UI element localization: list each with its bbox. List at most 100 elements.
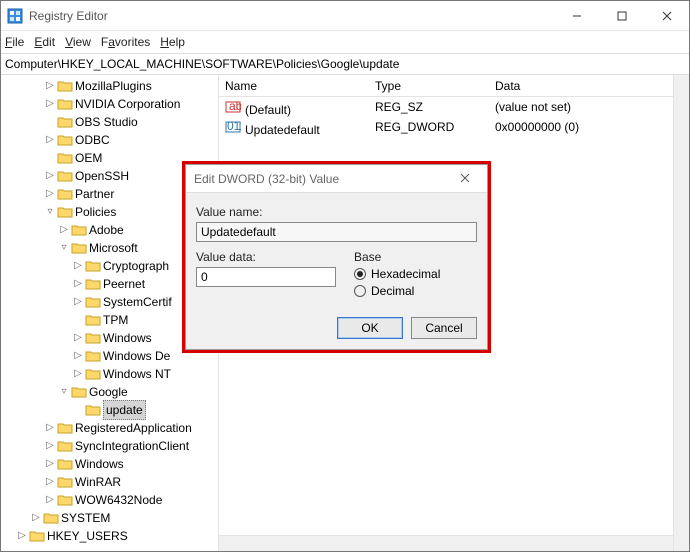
tree-item-label: OEM xyxy=(75,149,102,167)
tree-item-label: Windows xyxy=(75,455,124,473)
list-row[interactable]: ab(Default)REG_SZ(value not set) xyxy=(219,97,673,117)
tree-item-label: TPM xyxy=(103,311,128,329)
tree-item-label: Cryptograph xyxy=(103,257,169,275)
tree-item-label: ODBC xyxy=(75,131,110,149)
tree-item[interactable]: ▷ HKEY_USERS xyxy=(1,527,218,545)
tree-item[interactable]: ▷ RegisteredApplication xyxy=(1,419,218,437)
tree-item-label: Windows NT xyxy=(103,365,171,383)
folder-icon xyxy=(85,367,101,381)
value-name-label: Value name: xyxy=(196,205,477,219)
expand-icon[interactable]: ▷ xyxy=(43,131,57,149)
folder-icon xyxy=(85,295,101,309)
hex-label: Hexadecimal xyxy=(371,267,440,281)
collapse-icon[interactable]: ▿ xyxy=(57,383,71,401)
expand-icon[interactable]: ▷ xyxy=(43,77,57,95)
expand-icon[interactable]: ▷ xyxy=(43,419,57,437)
folder-icon xyxy=(85,403,101,417)
expand-icon[interactable]: ▷ xyxy=(43,455,57,473)
tree-item[interactable]: ▿ Google xyxy=(1,383,218,401)
tree-item[interactable]: ▷ Windows NT xyxy=(1,365,218,383)
folder-icon xyxy=(85,331,101,345)
col-data[interactable]: Data xyxy=(489,79,673,93)
expand-icon[interactable]: ▷ xyxy=(43,437,57,455)
tree-item[interactable]: ▷ WinRAR xyxy=(1,473,218,491)
value-data-input[interactable] xyxy=(196,267,336,287)
list-scroll-h[interactable] xyxy=(219,535,673,551)
tree-item[interactable]: ▷SyncIntegrationClient xyxy=(1,437,218,455)
radio-decimal[interactable]: Decimal xyxy=(354,284,440,298)
tree-item[interactable]: ▷ MozillaPlugins xyxy=(1,77,218,95)
expand-icon[interactable]: ▷ xyxy=(57,221,71,239)
folder-icon xyxy=(29,529,45,543)
titlebar: Registry Editor xyxy=(1,1,689,31)
tree-item[interactable]: ▷WOW6432Node xyxy=(1,491,218,509)
folder-icon xyxy=(57,439,73,453)
folder-icon xyxy=(57,493,73,507)
expand-icon[interactable]: ▷ xyxy=(43,167,57,185)
folder-icon xyxy=(85,259,101,273)
base-label: Base xyxy=(354,250,440,264)
expand-icon[interactable]: ▷ xyxy=(29,509,43,527)
menu-file[interactable]: File xyxy=(5,35,24,49)
collapse-icon[interactable]: ▿ xyxy=(43,203,57,221)
menu-help[interactable]: Help xyxy=(160,35,185,49)
expand-icon[interactable]: ▷ xyxy=(43,185,57,203)
tree-item-label: MozillaPlugins xyxy=(75,77,152,95)
tree-item-label: Google xyxy=(89,383,128,401)
col-type[interactable]: Type xyxy=(369,79,489,93)
minimize-button[interactable] xyxy=(554,1,599,31)
tree-item[interactable]: ▷ SYSTEM xyxy=(1,509,218,527)
expand-icon[interactable]: ▷ xyxy=(71,365,85,383)
list-row[interactable]: 011UpdatedefaultREG_DWORD0x00000000 (0) xyxy=(219,117,673,137)
tree-item[interactable]: ▷ ODBC xyxy=(1,131,218,149)
list-body: ab(Default)REG_SZ(value not set)011Updat… xyxy=(219,97,673,137)
expand-icon[interactable]: ▷ xyxy=(71,275,85,293)
maximize-button[interactable] xyxy=(599,1,644,31)
expand-icon[interactable]: ▷ xyxy=(43,95,57,113)
value-name-input[interactable] xyxy=(196,222,477,242)
tree-item-label: RegisteredApplication xyxy=(75,419,192,437)
dialog-titlebar: Edit DWORD (32-bit) Value xyxy=(186,165,487,193)
tree-item-label: Policies xyxy=(75,203,116,221)
folder-icon xyxy=(57,115,73,129)
menu-favorites[interactable]: Favorites xyxy=(101,35,150,49)
window-title: Registry Editor xyxy=(29,9,554,23)
tree-item-label: OBS Studio xyxy=(75,113,138,131)
expand-icon[interactable]: ▷ xyxy=(43,491,57,509)
folder-icon xyxy=(57,475,73,489)
folder-icon xyxy=(71,223,87,237)
expand-icon[interactable]: ▷ xyxy=(71,329,85,347)
folder-icon xyxy=(85,313,101,327)
close-button[interactable] xyxy=(644,1,689,31)
expand-icon[interactable]: ▷ xyxy=(71,293,85,311)
folder-icon xyxy=(57,169,73,183)
value-type: REG_DWORD xyxy=(369,120,489,134)
dialog-close-button[interactable] xyxy=(451,172,479,186)
binary-value-icon: 011 xyxy=(225,118,241,134)
tree-item-label: HKEY_USERS xyxy=(47,527,128,545)
expand-icon[interactable]: ▷ xyxy=(71,257,85,275)
menu-edit[interactable]: Edit xyxy=(34,35,55,49)
menu-view[interactable]: View xyxy=(65,35,91,49)
col-name[interactable]: Name xyxy=(219,79,369,93)
regedit-icon xyxy=(7,8,23,24)
tree-item-label: WinRAR xyxy=(75,473,121,491)
tree-item-label: Adobe xyxy=(89,221,124,239)
tree-item[interactable]: ▷ Windows xyxy=(1,455,218,473)
tree-item-label: SYSTEM xyxy=(61,509,110,527)
tree-item[interactable]: ▷NVIDIA Corporation xyxy=(1,95,218,113)
dialog-title: Edit DWORD (32-bit) Value xyxy=(194,172,451,186)
tree-item[interactable]: OBS Studio xyxy=(1,113,218,131)
expand-icon[interactable]: ▷ xyxy=(15,527,29,545)
collapse-icon[interactable]: ▿ xyxy=(57,239,71,257)
cancel-button[interactable]: Cancel xyxy=(411,317,477,339)
list-scroll-v[interactable] xyxy=(673,75,689,551)
tree-item-label: Windows xyxy=(103,329,152,347)
expand-icon[interactable]: ▷ xyxy=(43,473,57,491)
radio-hexadecimal[interactable]: Hexadecimal xyxy=(354,267,440,281)
ok-button[interactable]: OK xyxy=(337,317,403,339)
expand-icon[interactable]: ▷ xyxy=(71,347,85,365)
tree-item-label: Windows De xyxy=(103,347,170,365)
tree-item[interactable]: update xyxy=(1,401,218,419)
address-bar[interactable]: Computer\HKEY_LOCAL_MACHINE\SOFTWARE\Pol… xyxy=(1,53,689,75)
